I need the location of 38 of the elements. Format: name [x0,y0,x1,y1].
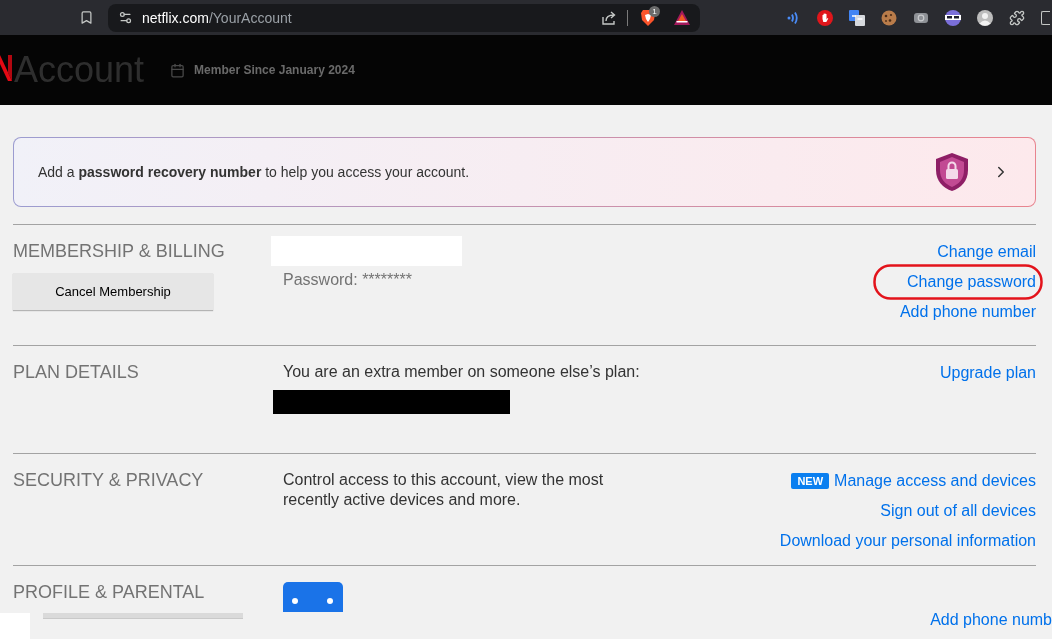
cookie-icon[interactable] [881,9,897,26]
banner-text: Add a password recovery number to help you access your account. [38,162,470,182]
signal-waves-icon[interactable] [785,9,801,26]
address-bar[interactable]: netflix.com/YourAccount 1 [108,3,700,32]
recovery-banner[interactable]: Add a password recovery number to help you access your account. [13,137,1036,207]
hand-icon[interactable] [817,9,833,26]
url-text: netflix.com/YourAccount [142,8,292,27]
overlapping-squares-icon[interactable] [849,9,865,26]
bookmark-icon[interactable] [79,10,94,25]
action-link[interactable]: Add phone numb [930,612,1052,628]
site-settings-icon[interactable] [118,10,133,25]
action-link[interactable]: Manage access and devices [834,472,1036,489]
triangle-icon[interactable] [674,10,690,25]
section-heading: PROFILE & PARENTAL [13,581,205,604]
member-since-text: Member Since January 2024 [194,62,355,79]
action-link[interactable]: Upgrade plan [939,364,1036,381]
detail-text: Password: ******** [283,270,412,290]
calendar-icon [170,62,186,78]
action-link[interactable]: Download your personal information [779,532,1036,549]
profile-avatar-icon [283,582,343,612]
avatar-icon[interactable] [977,9,993,26]
puzzle-icon[interactable] [1009,9,1025,26]
detail-text: Control access to this account, view the most recently active devices and more. [283,470,605,510]
share-icon[interactable] [601,9,617,26]
cancel-membership-button[interactable]: Cancel Membership [13,273,213,310]
shield-lock-icon [934,152,970,192]
notification-count: 1 [649,5,660,17]
sunglasses-face-icon[interactable] [945,9,961,26]
action-link[interactable]: Change email [937,243,1036,260]
new-badge: NEW [791,473,830,489]
section-heading: SECURITY & PRIVACY [13,469,204,492]
detail-text: You are an extra member on someone else’s plan: [283,362,640,382]
action-link[interactable]: Add phone number [899,303,1036,320]
logo-icon [0,55,12,81]
section-heading: MEMBERSHIP & BILLING [13,240,225,263]
action-link[interactable]: Sign out of all devices [880,502,1036,519]
square-outline-icon[interactable] [1041,10,1050,25]
section-heading: PLAN DETAILS [13,361,139,384]
